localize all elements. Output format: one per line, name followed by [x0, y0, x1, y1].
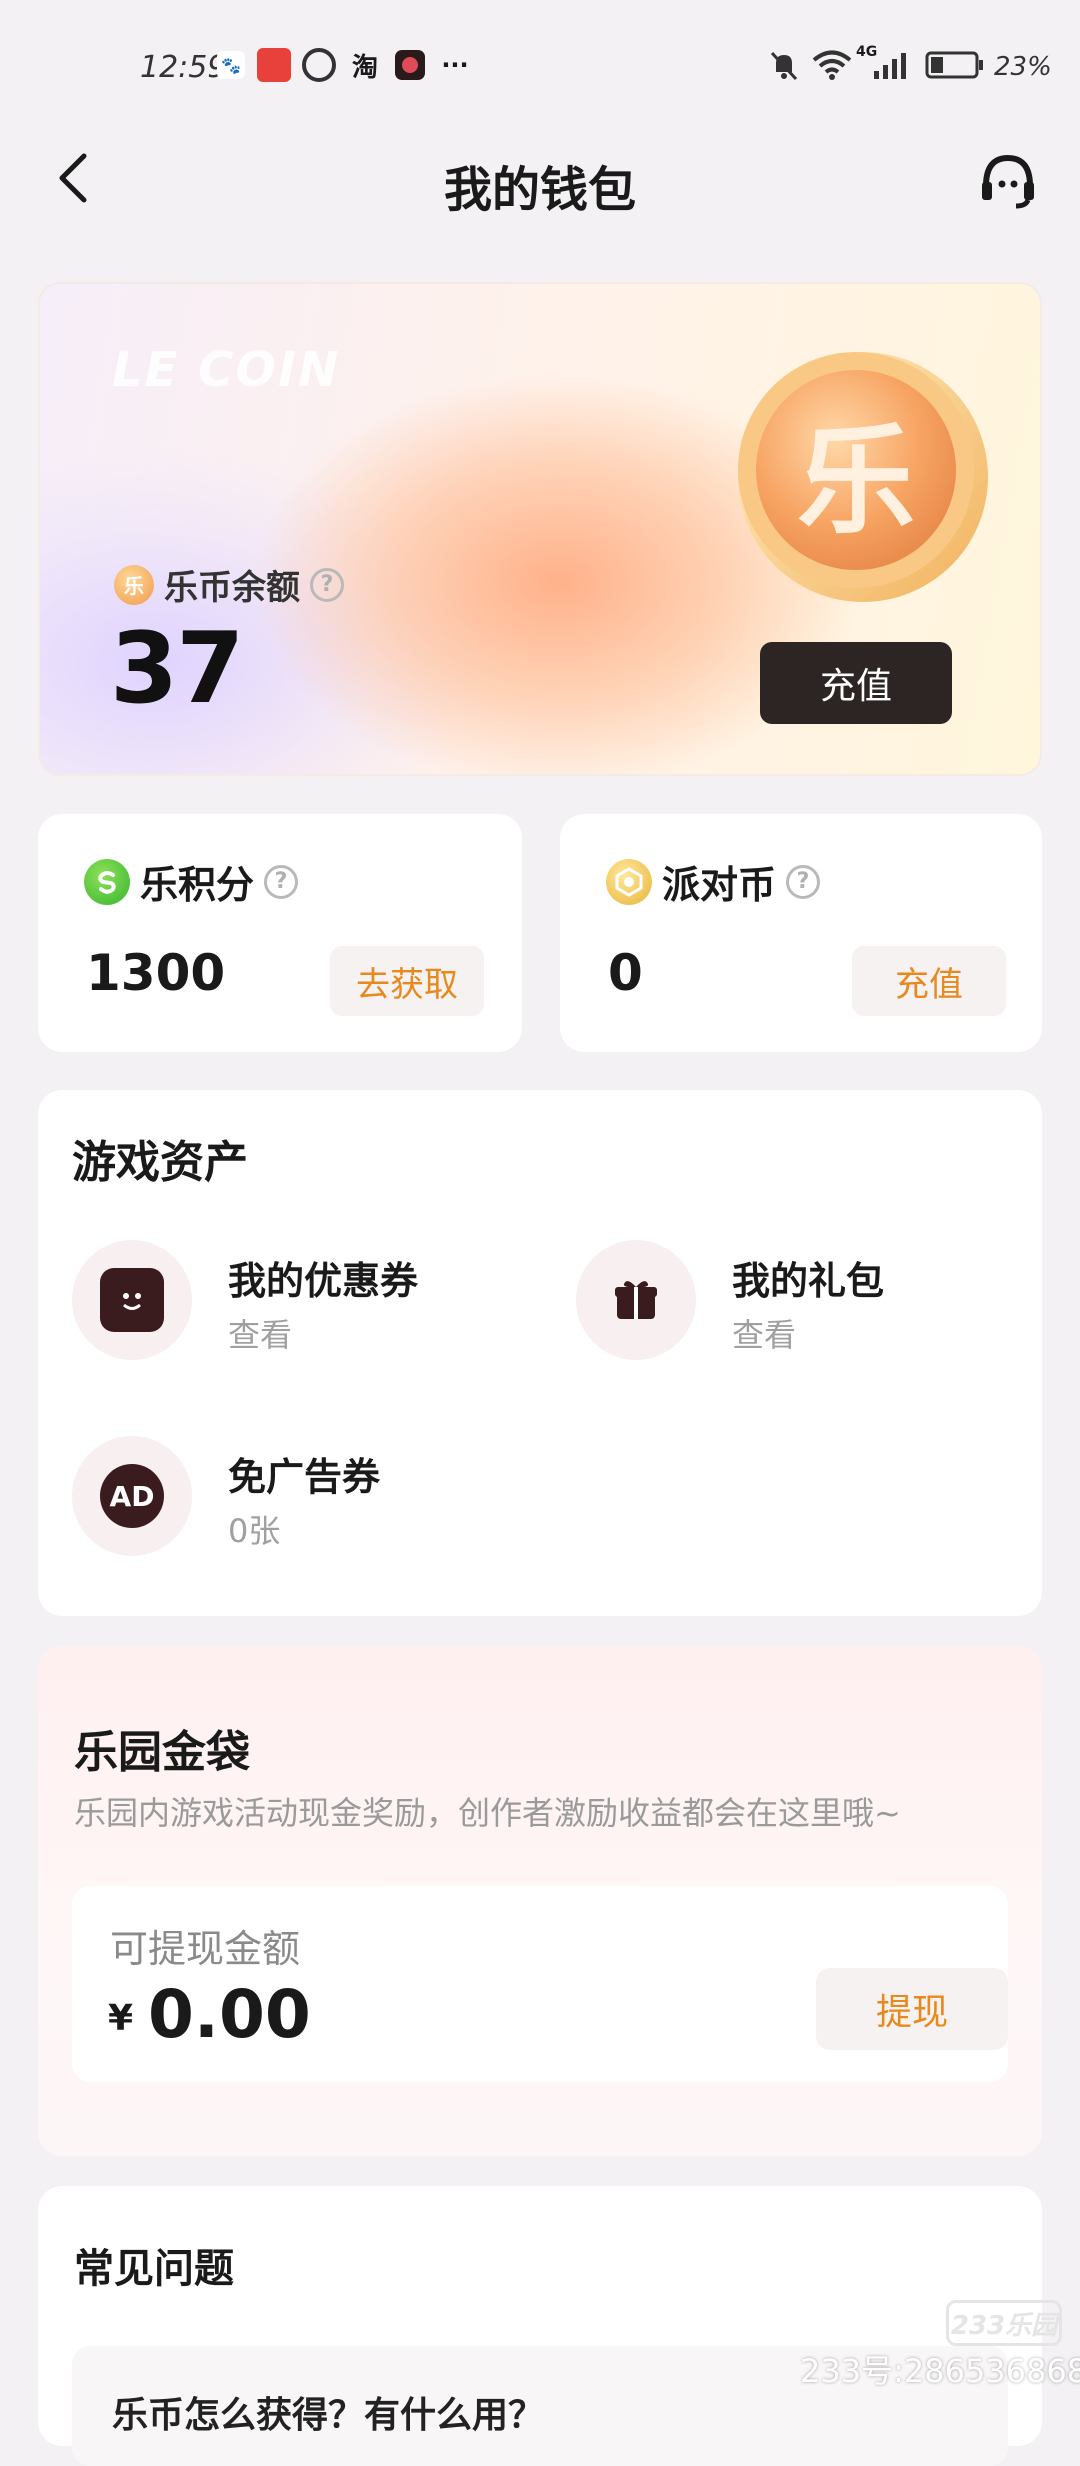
- lecoin-label-row: 乐 乐币余额 ?: [114, 560, 344, 609]
- quark-app-icon: [302, 48, 336, 82]
- lepoints-label: 乐积分: [140, 863, 255, 907]
- ad-free-coupon-item[interactable]: AD 免广告券 0张: [72, 1436, 532, 1566]
- ad-free-icon: AD: [72, 1436, 192, 1556]
- ad-free-count: 0张: [228, 1512, 281, 1550]
- red-app-icon: [394, 48, 426, 82]
- withdrawable-label: 可提现金额: [110, 1927, 301, 1971]
- party-coin-recharge-button[interactable]: 充值: [852, 946, 1006, 1016]
- gift-icon: [576, 1240, 696, 1360]
- withdraw-box: 可提现金额 ¥ 0.00 提现: [72, 1886, 1008, 2082]
- faq-card: 常见问题 乐币怎么获得？有什么用？: [38, 2186, 1042, 2466]
- watermark-logo: 233乐园: [946, 2300, 1062, 2346]
- baidu-app-icon: 🐾: [216, 48, 246, 82]
- party-coin-title-row: 派对币 ?: [606, 854, 821, 909]
- taobao-app-icon: 淘: [351, 52, 378, 83]
- gift-pack-name: 我的礼包: [732, 1259, 885, 1303]
- faq-title: 常见问题: [74, 2246, 234, 2292]
- coupon-name: 我的优惠券: [228, 1259, 419, 1303]
- withdraw-button[interactable]: 提现: [816, 1968, 1008, 2050]
- lecoin-coin-illustration: 乐: [718, 332, 998, 612]
- lepoints-title-row: 乐积分 ?: [84, 854, 299, 909]
- get-points-button[interactable]: 去获取: [330, 946, 484, 1016]
- help-icon[interactable]: ?: [786, 864, 821, 899]
- status-time: 12:59: [140, 50, 227, 85]
- huawei-app-icon: [256, 48, 292, 82]
- coupon-item[interactable]: 我的优惠券 查看: [72, 1240, 532, 1370]
- lecoin-recharge-button[interactable]: 充值: [760, 642, 952, 724]
- lecoin-small-icon: 乐: [114, 564, 154, 605]
- currency-symbol: ¥: [108, 1998, 134, 2039]
- gold-bag-title: 乐园金袋: [74, 1727, 250, 1778]
- wifi-icon: [810, 48, 854, 82]
- status-bar: 12:59 🐾 淘 ··· 4G 23%: [0, 0, 1080, 130]
- party-coin-label: 派对币: [662, 863, 777, 907]
- cellular-signal-icon: 4G: [856, 44, 916, 82]
- coupon-icon: [72, 1240, 192, 1360]
- lecoin-label: 乐币余额: [164, 568, 300, 608]
- watermark-text: 233号:286536868: [800, 2352, 1080, 2390]
- party-coin-card: 派对币 ? 0 充值: [560, 814, 1042, 1052]
- lepoints-icon: [84, 858, 130, 905]
- coupon-sub: 查看: [228, 1316, 293, 1354]
- game-assets-card: 游戏资产 我的优惠券 查看 我的礼包 查看 AD 免广告券 0张: [38, 1090, 1042, 1616]
- lecoin-watermark: LE COIN: [112, 342, 341, 398]
- gift-pack-item[interactable]: 我的礼包 查看: [576, 1240, 1016, 1370]
- battery-icon: [924, 48, 986, 82]
- gold-bag-card: 乐园金袋 乐园内游戏活动现金奖励，创作者激励收益都会在这里哦~ 可提现金额 ¥ …: [38, 1646, 1042, 2156]
- game-assets-title: 游戏资产: [72, 1137, 248, 1188]
- help-icon[interactable]: ?: [264, 864, 299, 899]
- withdrawable-amount: 0.00: [148, 1976, 311, 2053]
- lecoin-balance-card: LE COIN 乐 乐 乐币余额 ? 37 充值: [38, 282, 1042, 776]
- party-coin-value: 0: [608, 944, 643, 1002]
- page-title: 我的钱包: [443, 162, 636, 218]
- gold-bag-description: 乐园内游戏活动现金奖励，创作者激励收益都会在这里哦~: [74, 1794, 901, 1832]
- gift-pack-sub: 查看: [732, 1316, 797, 1354]
- lecoin-amount: 37: [110, 612, 244, 726]
- coin-character: 乐: [796, 411, 915, 550]
- battery-percent: 23%: [994, 52, 1052, 82]
- customer-service-button[interactable]: [976, 148, 1040, 212]
- more-notifications-icon: ···: [441, 51, 469, 79]
- faq-question: 乐币怎么获得？有什么用？: [112, 2395, 545, 2436]
- ad-free-name: 免广告券: [228, 1455, 381, 1499]
- ad-icon-text: AD: [100, 1464, 164, 1528]
- help-icon[interactable]: ?: [310, 567, 344, 602]
- headset-icon: [982, 154, 1034, 209]
- mute-icon: [764, 48, 804, 82]
- lepoints-value: 1300: [86, 944, 226, 1002]
- lepoints-card: 乐积分 ? 1300 去获取: [38, 814, 522, 1052]
- party-coin-icon: [606, 858, 652, 905]
